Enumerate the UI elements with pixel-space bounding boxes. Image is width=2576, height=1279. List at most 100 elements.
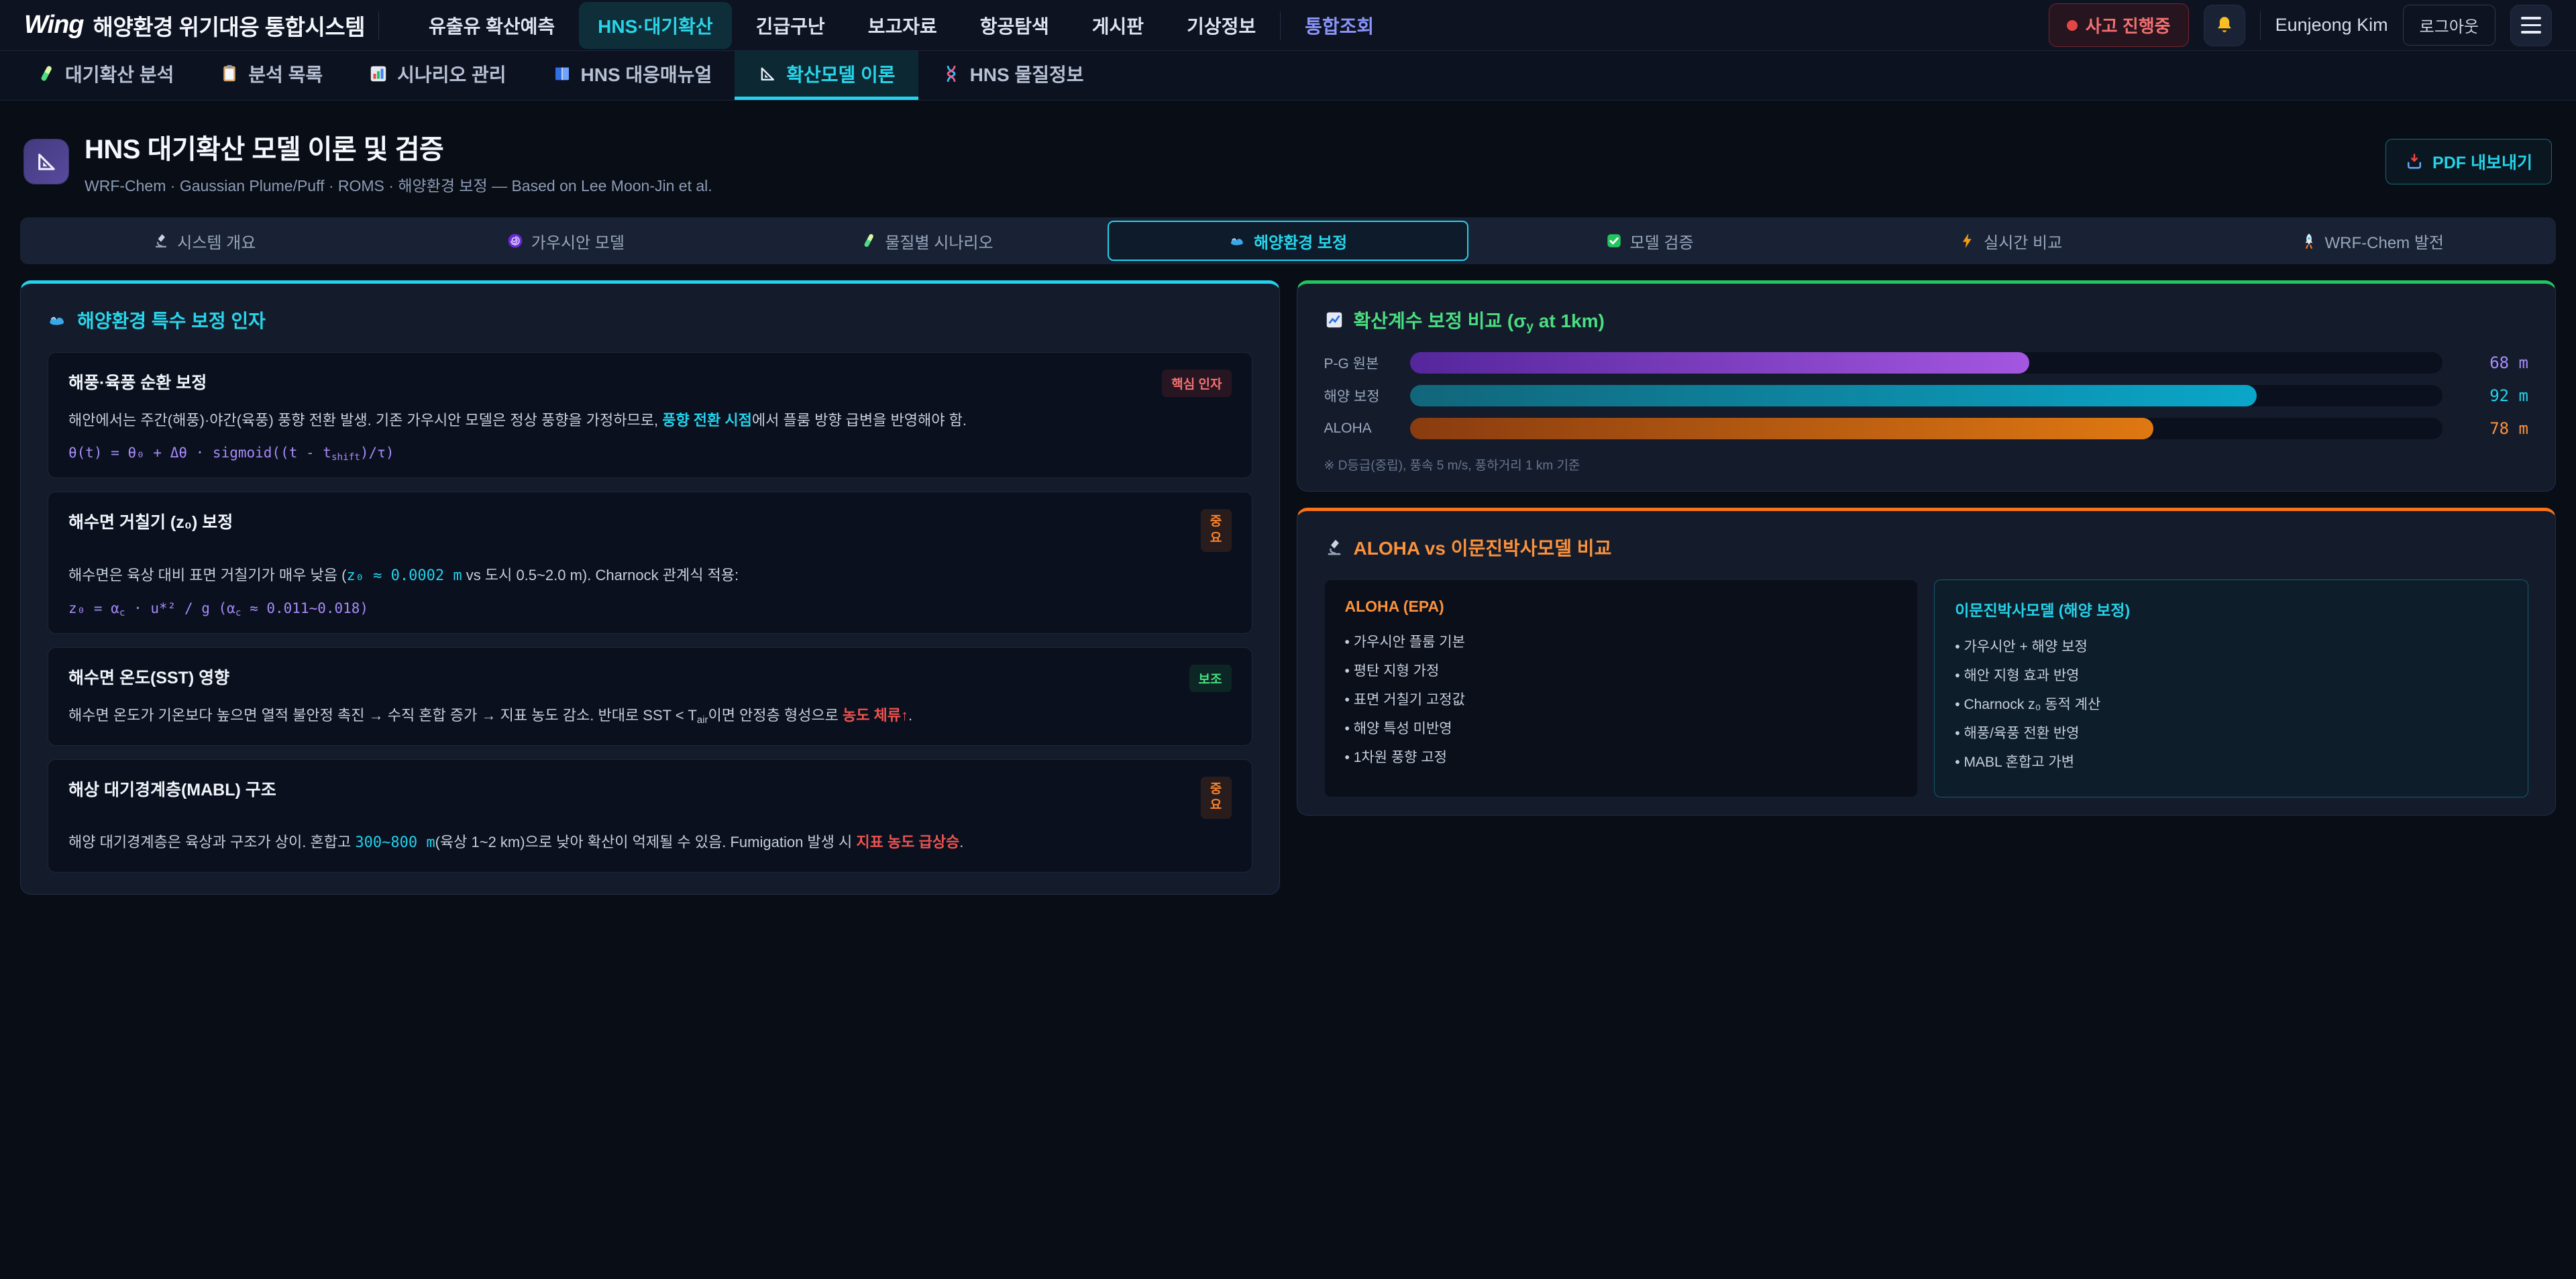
marine-model-box: 이문진박사모델 (해양 보정) 가우시안 + 해양 보정 해안 지형 효과 반영…	[1934, 579, 2528, 797]
pdf-export-label: PDF 내보내기	[2432, 150, 2532, 174]
incident-status-label: 사고 진행중	[2086, 13, 2171, 38]
factor-title: 해풍·육풍 순환 보정	[68, 370, 207, 394]
model-comparison-panel: ALOHA vs 이문진박사모델 비교 ALOHA (EPA) 가우시안 플룸 …	[1297, 508, 2557, 816]
marine-model-feature-list: 가우시안 + 해양 보정 해안 지형 효과 반영 Charnock z₀ 동적 …	[1955, 632, 2508, 777]
comparison-grid: ALOHA (EPA) 가우시안 플룸 기본 평탄 지형 가정 표면 거칠기 고…	[1324, 579, 2529, 797]
subtab-hns-manual[interactable]: HNS 대응매뉴얼	[529, 51, 735, 100]
bar-track	[1410, 352, 2443, 374]
nav-item-emergency-rescue[interactable]: 긴급구난	[737, 2, 844, 49]
factor-badge: 중요	[1201, 509, 1232, 551]
section-tab-label: 물질별 시나리오	[885, 229, 993, 253]
dna-icon	[941, 64, 961, 84]
header-right: 사고 진행중 Eunjeong Kim 로그아웃	[2049, 3, 2552, 47]
wave-icon	[48, 310, 68, 330]
factor-description: 해수면은 육상 대비 표면 거칠기가 매우 낮음 (z₀ ≈ 0.0002 m …	[68, 563, 1232, 588]
factor-badge: 보조	[1189, 665, 1232, 692]
factor-card-sst-effect: 해수면 온도(SST) 영향 보조 해수면 온도가 기온보다 높으면 열적 불안…	[48, 647, 1252, 745]
bar-value: 92 m	[2455, 386, 2528, 405]
section-tab-substance-scenarios[interactable]: 물질별 시나리오	[746, 221, 1108, 261]
factor-description: 해안에서는 주간(해풍)·야간(육풍) 풍향 전환 발생. 기존 가우시안 모델…	[68, 408, 1232, 433]
list-item: MABL 혼합고 가변	[1955, 748, 2508, 777]
list-item: 1차원 풍향 고정	[1345, 743, 1898, 772]
subtab-label: HNS 물질정보	[970, 60, 1084, 87]
dispersion-chart-title-row: 확산계수 보정 비교 (σy at 1km)	[1324, 307, 2529, 333]
notification-button[interactable]	[2204, 5, 2245, 46]
main-content: 해양환경 특수 보정 인자 해풍·육풍 순환 보정 핵심 인자 해안에서는 주간…	[0, 280, 2576, 895]
factor-formula: θ(t) = θ₀ + Δθ · sigmoid((t - tshift)/τ)	[68, 445, 1232, 461]
check-icon	[1605, 232, 1623, 249]
incident-dot-icon	[2067, 20, 2078, 31]
export-icon	[2405, 152, 2424, 171]
section-tabs: 시스템 개요 가우시안 모델 물질별 시나리오 해양환경 보정 모델 검증 실시…	[20, 217, 2556, 264]
nav-item-integrated-search[interactable]: 통합조회	[1286, 2, 1393, 49]
pdf-export-button[interactable]: PDF 내보내기	[2385, 139, 2552, 184]
section-tab-marine-correction[interactable]: 해양환경 보정	[1108, 221, 1469, 261]
lightning-icon	[1959, 232, 1976, 249]
clipboard-icon	[219, 64, 239, 84]
model-comparison-title: ALOHA vs 이문진박사모델 비교	[1354, 534, 1612, 561]
bar-row-pg-original: P-G 원본 68 m	[1324, 352, 2529, 374]
rocket-icon	[2300, 232, 2318, 249]
bar-value: 68 m	[2455, 353, 2528, 372]
subtab-label: HNS 대응매뉴얼	[581, 60, 712, 87]
nav-item-aerial-search[interactable]: 항공탐색	[961, 2, 1068, 49]
nav-item-weather[interactable]: 기상정보	[1168, 2, 1275, 49]
factor-badge: 중요	[1201, 777, 1232, 819]
subtab-hns-substance-info[interactable]: HNS 물질정보	[918, 51, 1107, 100]
incident-status-badge: 사고 진행중	[2049, 3, 2189, 47]
section-tab-wrf-chem[interactable]: WRF-Chem 발전	[2191, 221, 2553, 261]
list-item: 해풍/육풍 전환 반영	[1955, 719, 2508, 748]
test-tube-icon	[860, 232, 877, 249]
bar-label: ALOHA	[1324, 421, 1410, 437]
subtab-label: 시나리오 관리	[397, 60, 506, 87]
nav-item-oil-spill[interactable]: 유출유 확산예측	[410, 2, 574, 49]
factor-card-sea-surface-roughness: 해수면 거칠기 (z₀) 보정 중요 해수면은 육상 대비 표면 거칠기가 매우…	[48, 492, 1252, 634]
list-item: 가우시안 + 해양 보정	[1955, 632, 2508, 661]
section-tab-model-validation[interactable]: 모델 검증	[1468, 221, 1830, 261]
page-title-icon-box	[24, 140, 68, 184]
section-tab-label: WRF-Chem 발전	[2325, 229, 2444, 253]
test-tube-icon	[36, 64, 56, 84]
nav-item-reports[interactable]: 보고자료	[849, 2, 956, 49]
nav-item-hns-diffusion[interactable]: HNS·대기확산	[579, 2, 731, 49]
factor-title: 해수면 거칠기 (z₀) 보정	[68, 509, 233, 533]
section-tab-label: 가우시안 모델	[531, 229, 625, 253]
bar-row-aloha: ALOHA 78 m	[1324, 418, 2529, 439]
factor-title: 해상 대기경계층(MABL) 구조	[68, 777, 276, 801]
subtab-diffusion-model-theory[interactable]: 확산모델 이론	[735, 51, 918, 100]
wing-logo-icon: Wing	[24, 11, 84, 40]
microscope-icon	[152, 232, 170, 249]
app-title: 해양환경 위기대응 통합시스템	[93, 9, 366, 42]
bar-value: 78 m	[2455, 419, 2528, 438]
app-logo[interactable]: Wing 해양환경 위기대응 통합시스템	[24, 9, 365, 42]
nav-item-board[interactable]: 게시판	[1073, 2, 1163, 49]
logout-button[interactable]: 로그아웃	[2403, 5, 2496, 46]
ruler-triangle-icon	[757, 64, 777, 84]
list-item: 해양 특성 미반영	[1345, 714, 1898, 743]
dispersion-coefficient-panel: 확산계수 보정 비교 (σy at 1km) P-G 원본 68 m 해양 보정…	[1297, 280, 2557, 492]
aloha-box: ALOHA (EPA) 가우시안 플룸 기본 평탄 지형 가정 표면 거칠기 고…	[1324, 579, 1919, 797]
subtab-label: 확산모델 이론	[786, 60, 895, 87]
model-comparison-title-row: ALOHA vs 이문진박사모델 비교	[1324, 534, 2529, 561]
bar-row-marine-corrected: 해양 보정 92 m	[1324, 385, 2529, 406]
section-tab-gaussian-model[interactable]: 가우시안 모델	[385, 221, 747, 261]
section-tab-system-overview[interactable]: 시스템 개요	[23, 221, 385, 261]
bar-track	[1410, 385, 2443, 406]
hamburger-icon	[2521, 17, 2541, 34]
factor-card-sea-land-breeze: 해풍·육풍 순환 보정 핵심 인자 해안에서는 주간(해풍)·야간(육풍) 풍향…	[48, 352, 1252, 478]
subtab-scenario-management[interactable]: 시나리오 관리	[345, 51, 529, 100]
header-divider	[378, 11, 379, 40]
bar-chart-icon	[368, 64, 388, 84]
page-head: HNS 대기확산 모델 이론 및 검증 WRF-Chem · Gaussian …	[0, 101, 2576, 213]
main-nav: 유출유 확산예측 HNS·대기확산 긴급구난 보고자료 항공탐색 게시판 기상정…	[410, 2, 1393, 49]
subtab-diffusion-analysis[interactable]: 대기확산 분석	[13, 51, 197, 100]
subtab-analysis-list[interactable]: 분석 목록	[197, 51, 345, 100]
marine-model-box-title: 이문진박사모델 (해양 보정)	[1955, 598, 2508, 620]
aloha-feature-list: 가우시안 플룸 기본 평탄 지형 가정 표면 거칠기 고정값 해양 특성 미반영…	[1345, 628, 1898, 772]
section-tab-label: 실시간 비교	[1984, 229, 2062, 253]
section-tab-realtime-comparison[interactable]: 실시간 비교	[1830, 221, 2192, 261]
factor-description: 해수면 온도가 기온보다 높으면 열적 불안정 촉진 → 수직 혼합 증가 → …	[68, 703, 1232, 728]
menu-button[interactable]	[2510, 5, 2552, 46]
factor-badge: 핵심 인자	[1162, 370, 1231, 397]
factor-card-mabl-structure: 해상 대기경계층(MABL) 구조 중요 해양 대기경계층은 육상과 구조가 상…	[48, 759, 1252, 873]
